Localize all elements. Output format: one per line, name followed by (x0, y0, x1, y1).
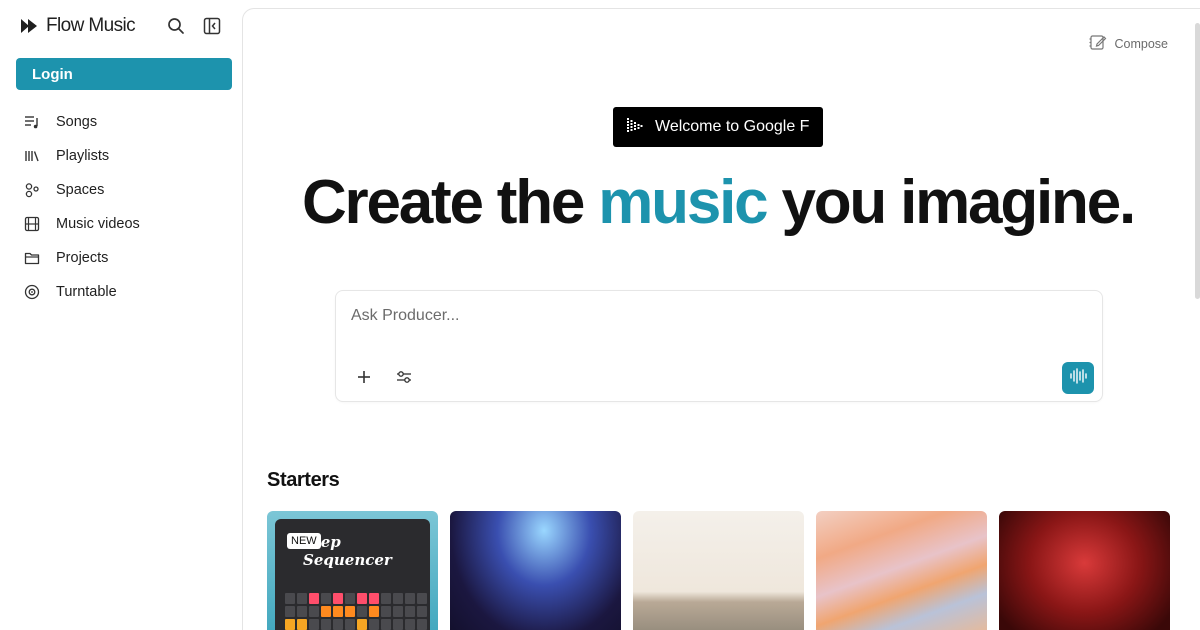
main-panel: Compose Welcome to Google F Create the m… (242, 8, 1200, 630)
compose-label: Compose (1114, 36, 1169, 51)
flow-music-logo-icon (20, 16, 40, 36)
voice-input-button[interactable] (1062, 362, 1094, 394)
waveform-icon (1069, 367, 1087, 389)
hero-after: you imagine. (766, 168, 1136, 237)
starter-card[interactable] (816, 511, 987, 630)
welcome-label: Welcome to Google F (655, 118, 810, 135)
library-icon (24, 148, 40, 164)
vinyl-icon (24, 284, 40, 300)
brand[interactable]: Flow Music (20, 14, 136, 38)
starter-card[interactable] (633, 511, 804, 630)
songs-list-icon (24, 114, 40, 130)
hero-before: Create the (301, 168, 599, 237)
starter-card[interactable] (450, 511, 621, 630)
prompt-input[interactable] (351, 307, 1031, 325)
sidebar-item-playlists[interactable]: Playlists (16, 139, 232, 173)
prompt-box (335, 290, 1103, 402)
hero-accent: music (598, 168, 768, 237)
brand-name: Flow Music (46, 15, 136, 36)
settings-sliders-icon[interactable] (394, 367, 414, 387)
compose-button[interactable]: Compose (1089, 33, 1169, 54)
sidebar-nav: Songs Playlists Spaces Music videos Proj… (16, 105, 232, 309)
search-icon[interactable] (165, 15, 187, 37)
starter-card-title: Step Sequencer (303, 533, 392, 569)
sidebar-item-label: Turntable (56, 284, 117, 300)
sidebar-item-projects[interactable]: Projects (16, 241, 232, 275)
scrollbar[interactable] (1195, 23, 1200, 299)
compose-icon (1089, 33, 1107, 54)
app-root: Flow Music Login Songs Playlists Spaces … (0, 0, 1200, 630)
starters-title: Starters (267, 469, 340, 491)
collapse-sidebar-icon[interactable] (201, 15, 223, 37)
spaces-icon (24, 182, 40, 198)
hero-heading: Create the music you imagine. (243, 167, 1193, 238)
sidebar-item-songs[interactable]: Songs (16, 105, 232, 139)
sidebar: Flow Music Login Songs Playlists Spaces … (0, 0, 242, 630)
sidebar-item-label: Projects (56, 250, 109, 266)
film-icon (24, 216, 40, 232)
add-icon[interactable] (354, 367, 374, 387)
folder-icon (24, 250, 40, 266)
starter-card[interactable] (999, 511, 1170, 630)
sidebar-item-label: Music videos (56, 216, 140, 232)
sidebar-item-label: Songs (56, 114, 98, 130)
step-grid (285, 593, 427, 630)
login-button[interactable]: Login (16, 58, 232, 90)
starters-list: Step Sequencer NEW (267, 511, 1170, 630)
dotted-play-icon (625, 116, 643, 139)
sidebar-item-turntable[interactable]: Turntable (16, 275, 232, 309)
sidebar-item-music-videos[interactable]: Music videos (16, 207, 232, 241)
new-badge: NEW (287, 533, 321, 549)
sidebar-item-label: Playlists (56, 148, 110, 164)
sidebar-item-spaces[interactable]: Spaces (16, 173, 232, 207)
starter-card-step-sequencer[interactable]: Step Sequencer NEW (267, 511, 438, 630)
welcome-banner[interactable]: Welcome to Google F (613, 107, 824, 147)
sidebar-item-label: Spaces (56, 182, 105, 198)
